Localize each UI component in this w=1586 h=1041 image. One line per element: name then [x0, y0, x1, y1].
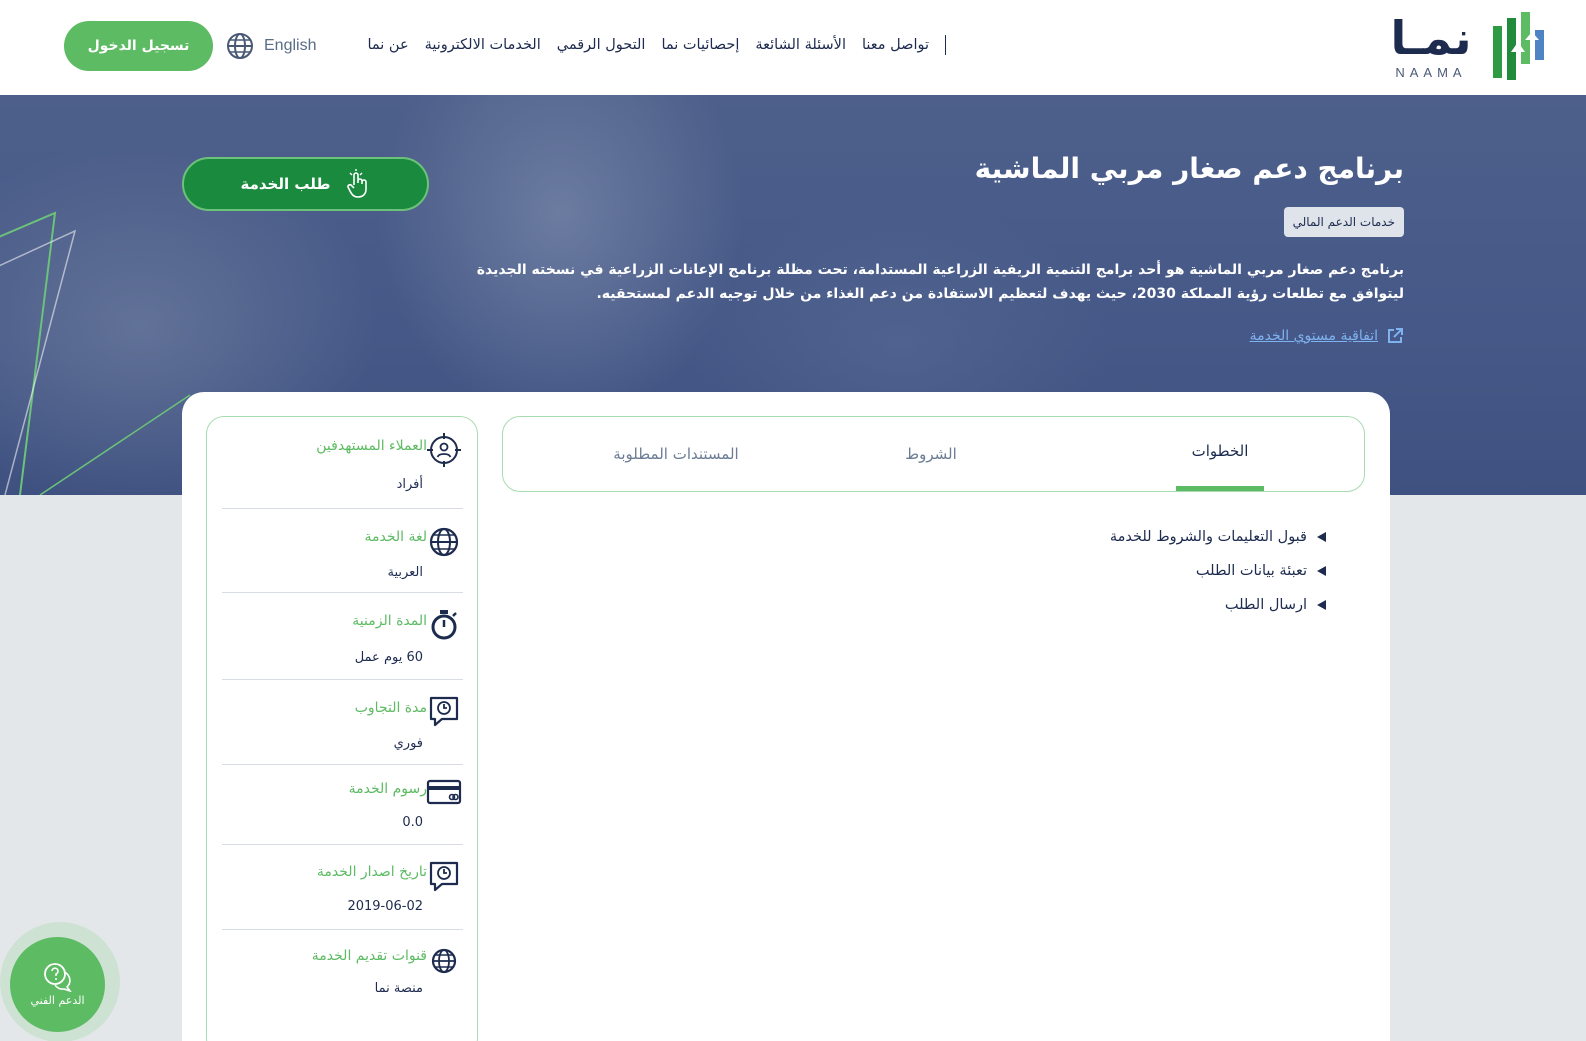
tab-required-documents[interactable]: المستندات المطلوبة — [566, 417, 786, 491]
calendar-chat-icon — [429, 861, 459, 892]
service-description: برنامج دعم صغار مربي الماشية هو أحد برام… — [476, 262, 1404, 302]
support-label: الدعم الفني — [30, 994, 85, 1007]
info-label: تاريخ اصدار الخدمة — [316, 864, 427, 880]
service-category-badge: خدمات الدعم المالي — [1283, 207, 1404, 237]
active-tab-indicator — [1176, 486, 1264, 491]
naama-logo[interactable]: نمـا NAAMA — [1375, 10, 1545, 85]
login-button[interactable]: تسجيل الدخول — [64, 21, 213, 71]
info-release-date: تاريخ اصدار الخدمة 2019-06-02 — [222, 845, 463, 930]
list-item: قبول التعليمات والشروط للخدمة — [1110, 520, 1326, 554]
info-service-language: لغة الخدمة العربية — [222, 509, 463, 593]
nav-eservices[interactable]: الخدمات الالكترونية — [425, 28, 541, 62]
info-duration: المدة الزمنية 60 يوم عمل — [222, 593, 463, 680]
request-service-label: طلب الخدمة — [240, 175, 331, 193]
hand-pointer-icon — [346, 169, 367, 198]
service-title: برنامج دعم صغار مربي الماشية — [974, 152, 1404, 185]
info-value: 60 يوم عمل — [354, 650, 423, 665]
language-globe-icon-wrap — [425, 523, 463, 561]
info-value: 0.0 — [402, 815, 423, 830]
logo-wordmark: نمـا — [1390, 11, 1472, 65]
nav-digital-transformation[interactable]: التحول الرقمي — [557, 28, 646, 62]
network-globe-icon-wrap — [425, 942, 463, 980]
main-nav: عن نما الخدمات الالكترونية التحول الرقمي… — [367, 28, 946, 62]
help-chat-icon — [43, 963, 72, 992]
info-value: العربية — [387, 565, 423, 580]
target-user-icon — [427, 433, 461, 467]
info-label: المدة الزمنية — [352, 613, 427, 629]
credit-card-icon-wrap — [425, 773, 463, 811]
info-value: منصة نما — [374, 981, 423, 996]
tab-steps[interactable]: الخطوات — [1076, 417, 1364, 491]
info-label: مدة التجاوب — [354, 700, 427, 716]
network-globe-icon — [431, 948, 457, 974]
step-text: تعبئة بيانات الطلب — [1195, 563, 1307, 579]
nav-faq[interactable]: الأسئلة الشائعة — [755, 28, 846, 62]
top-header: نمـا NAAMA عن نما الخدمات الالكترونية ال… — [0, 0, 1586, 95]
bullet-arrow-icon — [1317, 532, 1326, 542]
nav-contact[interactable]: تواصل معنا — [862, 28, 929, 62]
logo-latin: NAAMA — [1395, 65, 1467, 80]
info-value: 2019-06-02 — [347, 899, 423, 914]
stopwatch-icon-wrap — [425, 605, 463, 643]
info-fees: رسوم الخدمة 0.0 — [222, 765, 463, 845]
stopwatch-icon — [431, 610, 457, 640]
globe-icon — [227, 33, 253, 59]
calendar-chat-icon-wrap — [425, 857, 463, 895]
info-label: قنوات تقديم الخدمة — [311, 948, 427, 964]
step-text: قبول التعليمات والشروط للخدمة — [1109, 529, 1307, 545]
language-label: English — [264, 37, 317, 54]
step-text: ارسال الطلب — [1224, 597, 1307, 613]
nav-statistics[interactable]: إحصائيات نما — [661, 28, 739, 62]
nav-divider — [945, 35, 946, 55]
service-tabs: الخطوات الشروط المستندات المطلوبة — [502, 416, 1365, 492]
sla-link-label: اتفاقية مستوي الخدمة — [1249, 328, 1378, 344]
info-target-customers: العملاء المستهدفين أفراد — [222, 431, 463, 509]
external-link-icon — [1388, 328, 1403, 343]
info-value: فوري — [393, 736, 423, 751]
hero-decoration — [0, 211, 191, 495]
info-label: العملاء المستهدفين — [316, 438, 427, 454]
credit-card-icon — [426, 779, 462, 805]
chat-clock-icon-wrap — [425, 692, 463, 730]
tab-conditions-label: الشروط — [905, 445, 957, 463]
service-info-panel: العملاء المستهدفين أفراد لغة الخدمة العر… — [206, 416, 478, 1041]
target-user-icon-wrap — [425, 431, 463, 469]
info-response-time: مدة التجاوب فوري — [222, 680, 463, 765]
info-label: لغة الخدمة — [364, 529, 427, 545]
nav-about[interactable]: عن نما — [367, 28, 408, 62]
language-globe-icon — [429, 527, 459, 557]
list-item: ارسال الطلب — [1110, 588, 1326, 622]
logo-mark-icon — [1493, 12, 1544, 80]
info-channels: قنوات تقديم الخدمة منصة نما — [222, 930, 463, 1020]
list-item: تعبئة بيانات الطلب — [1110, 554, 1326, 588]
info-value: أفراد — [396, 477, 423, 492]
chat-clock-icon — [429, 696, 459, 727]
sla-link[interactable]: اتفاقية مستوي الخدمة — [1250, 327, 1404, 345]
steps-list: قبول التعليمات والشروط للخدمة تعبئة بيان… — [1110, 520, 1326, 622]
info-label: رسوم الخدمة — [348, 781, 427, 797]
service-details-card: الخطوات الشروط المستندات المطلوبة قبول ا… — [182, 392, 1390, 1041]
tab-documents-label: المستندات المطلوبة — [613, 445, 739, 463]
language-switch[interactable]: English — [226, 30, 316, 62]
bullet-arrow-icon — [1317, 566, 1326, 576]
tab-steps-label: الخطوات — [1191, 442, 1249, 460]
technical-support-button[interactable]: الدعم الفني — [10, 937, 105, 1032]
request-service-button[interactable]: طلب الخدمة — [182, 157, 429, 211]
bullet-arrow-icon — [1317, 600, 1326, 610]
tab-conditions[interactable]: الشروط — [786, 417, 1076, 491]
